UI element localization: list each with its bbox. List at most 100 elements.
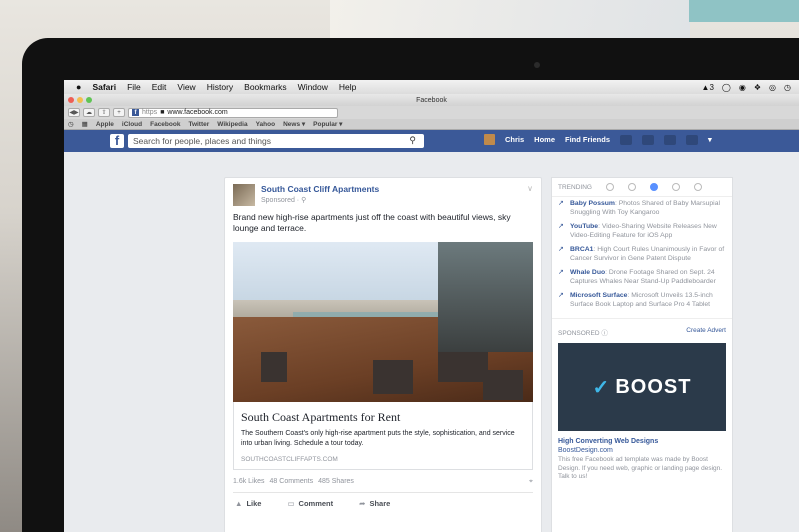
share-icon[interactable]: ⇧ — [98, 108, 110, 117]
bookmark-twitter[interactable]: Twitter — [188, 121, 209, 128]
post-options-chevron-down-icon[interactable]: ∨ — [527, 184, 533, 193]
facebook-logo-icon[interactable]: f — [110, 134, 124, 148]
trending-entertainment-icon[interactable] — [693, 183, 702, 191]
menu-view[interactable]: View — [177, 82, 195, 92]
home-link[interactable]: Home — [534, 135, 555, 144]
sponsored-label: Sponsored · ⚲ — [261, 197, 307, 204]
dropbox-status-icon[interactable]: ❖ — [754, 83, 761, 92]
share-button[interactable]: ➦ Share — [359, 499, 390, 508]
bookmark-apple[interactable]: Apple — [96, 121, 114, 128]
sponsored-header: SPONSORED ⓘ Create Advert — [552, 318, 732, 341]
menu-help[interactable]: Help — [339, 82, 356, 92]
like-button[interactable]: ▲ Like — [235, 499, 261, 508]
page-avatar[interactable] — [233, 184, 255, 206]
menu-window[interactable]: Window — [298, 82, 328, 92]
menu-history[interactable]: History — [207, 82, 233, 92]
trending-item[interactable]: ↗ BRCA1: High Court Rules Unanimously in… — [552, 243, 732, 266]
bookmark-facebook[interactable]: Facebook — [150, 121, 180, 128]
pin-icon[interactable]: ⌖ — [529, 478, 533, 486]
trending-item[interactable]: ↗ Microsoft Surface: Microsoft Unveils 1… — [552, 289, 732, 312]
address-bar[interactable]: f https ■ www.facebook.com — [128, 107, 338, 118]
menubar-status: ▲3 ◯ ◉ ❖ ◎ ◷ — [702, 83, 799, 92]
reading-list-icon[interactable]: ◷ — [68, 120, 74, 128]
friend-requests-icon[interactable] — [620, 134, 633, 145]
notifications-icon[interactable] — [664, 134, 677, 145]
visibility-status-icon[interactable]: ◎ — [769, 83, 776, 92]
image-chair — [438, 352, 488, 382]
privacy-shortcuts-icon[interactable] — [686, 134, 699, 145]
trending-science-icon[interactable] — [649, 183, 658, 191]
sponsored-post: South Coast Cliff Apartments Sponsored ·… — [224, 177, 542, 532]
bookmarks-bar: ◷ ▦ Apple iCloud Facebook Twitter Wikipe… — [64, 119, 799, 130]
post-image-rooftop-terrace[interactable] — [233, 242, 533, 402]
ad-title-link[interactable]: High Converting Web Designs — [552, 431, 732, 446]
post-stats: 1.6k Likes 48 Comments 485 Shares ⌖ — [225, 470, 541, 486]
bookmark-news[interactable]: News ▾ — [283, 120, 305, 128]
sponsored-info-icon[interactable]: ⓘ — [601, 330, 608, 337]
ad-domain-link[interactable]: BoostDesign.com — [552, 446, 732, 455]
avatar[interactable] — [484, 134, 495, 145]
trending-item[interactable]: ↗ YouTube: Video-Sharing Website Release… — [552, 220, 732, 243]
likes-count[interactable]: 1.6k Likes — [233, 478, 265, 486]
messages-icon[interactable] — [642, 134, 655, 145]
trending-sports-icon[interactable] — [671, 183, 680, 191]
image-chair — [483, 370, 523, 400]
background-window — [330, 0, 690, 40]
search-icon[interactable]: ⚲ — [409, 135, 416, 146]
shares-count[interactable]: 485 Shares — [318, 478, 354, 486]
trending-top-icon[interactable] — [605, 183, 614, 191]
profile-link[interactable]: Chris — [505, 135, 524, 144]
link-description: The Southern Coast's only high-rise apar… — [241, 430, 515, 447]
facebook-favicon-icon: f — [132, 109, 139, 116]
ad-description: This free Facebook ad template was made … — [558, 456, 723, 480]
back-forward-button[interactable]: ◀▶ — [68, 108, 80, 117]
link-title[interactable]: South Coast Apartments for Rent — [241, 410, 525, 425]
page-name-link[interactable]: South Coast Cliff Apartments — [261, 184, 379, 194]
boost-logo-icon: ✓ — [592, 376, 610, 399]
image-pergola — [438, 242, 533, 352]
facebook-search-input[interactable]: Search for people, places and things ⚲ — [128, 134, 424, 148]
menu-app-name[interactable]: Safari — [92, 82, 116, 92]
ad-image[interactable]: ✓ BOOST — [558, 343, 726, 431]
menu-edit[interactable]: Edit — [152, 82, 167, 92]
facebook-nav: Chris Home Find Friends ▾ — [484, 134, 712, 145]
laptop-screen: ● Safari File Edit View History Bookmark… — [64, 80, 799, 532]
bookmark-popular[interactable]: Popular ▾ — [313, 120, 342, 128]
icloud-tabs-icon[interactable]: ☁ — [83, 108, 95, 117]
account-menu-chevron-down-icon[interactable]: ▾ — [708, 135, 712, 144]
comments-count[interactable]: 48 Comments — [270, 478, 314, 486]
menu-file[interactable]: File — [127, 82, 141, 92]
url-scheme: https — [142, 109, 158, 116]
trending-arrow-icon: ↗ — [558, 223, 564, 230]
find-friends-link[interactable]: Find Friends — [565, 135, 610, 144]
right-column: TRENDING ↗ Baby Possum: Photos Shared of… — [551, 177, 733, 532]
bookmark-icloud[interactable]: iCloud — [122, 121, 142, 128]
sponsored-section-label: SPONSORED ⓘ — [558, 330, 608, 337]
comment-icon: ▭ — [287, 499, 295, 508]
menu-bookmarks[interactable]: Bookmarks — [244, 82, 287, 92]
trending-item[interactable]: ↗ Baby Possum: Photos Shared of Baby Mar… — [552, 197, 732, 220]
post-header: South Coast Cliff Apartments Sponsored ·… — [225, 178, 541, 206]
post-actions: ▲ Like ▭ Comment ➦ Share — [225, 493, 541, 514]
comment-button[interactable]: ▭ Comment — [287, 499, 333, 508]
bookmark-wikipedia[interactable]: Wikipedia — [217, 121, 247, 128]
clock-status-icon[interactable]: ◯ — [722, 83, 731, 92]
trending-politics-icon[interactable] — [627, 183, 636, 191]
safari-titlebar: Facebook — [64, 94, 799, 106]
add-bookmark-icon[interactable]: + — [113, 108, 125, 117]
timemachine-status-icon[interactable]: ◷ — [784, 83, 791, 92]
top-sites-icon[interactable]: ▦ — [82, 120, 88, 128]
chat-status-icon[interactable]: ◉ — [739, 83, 746, 92]
image-chair — [373, 360, 413, 394]
link-preview[interactable]: South Coast Apartments for Rent The Sout… — [233, 402, 533, 470]
apple-icon[interactable]: ● — [76, 82, 81, 92]
background-object — [689, 0, 799, 22]
create-advert-link[interactable]: Create Advert — [686, 327, 726, 337]
camera-icon — [534, 62, 540, 68]
trending-item[interactable]: ↗ Whale Duo: Drone Footage Shared on Sep… — [552, 266, 732, 289]
adobe-status-icon[interactable]: ▲3 — [702, 83, 714, 92]
bookmark-yahoo[interactable]: Yahoo — [256, 121, 276, 128]
post-text: Brand new high-rise apartments just off … — [233, 212, 511, 233]
mac-menubar: ● Safari File Edit View History Bookmark… — [64, 80, 799, 94]
safari-toolbar: ◀▶ ☁ ⇧ + f https ■ www.facebook.com — [64, 106, 799, 119]
